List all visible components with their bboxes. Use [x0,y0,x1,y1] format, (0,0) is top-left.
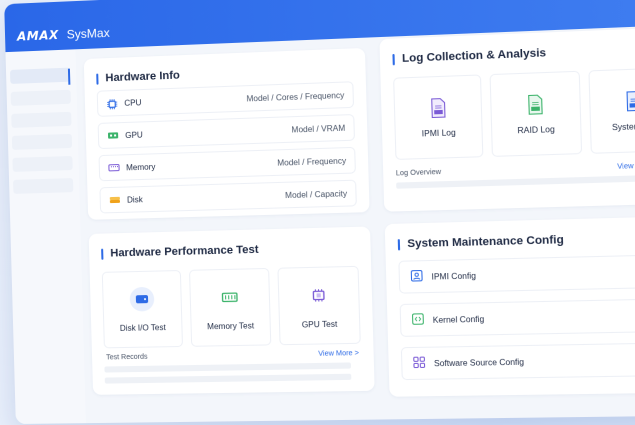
sidebar-item-3[interactable] [11,112,71,128]
sidebar-item-6[interactable] [13,178,73,194]
grid-icon [413,356,426,371]
log-collection-title: Log Collection & Analysis [392,42,635,65]
gpu-test-tile[interactable]: GPU Test [277,266,360,345]
kernel-config-label: Kernel Config [433,314,485,324]
kernel-config-row[interactable]: Kernel Config › [400,298,635,337]
view-more-link[interactable]: View More > [318,350,359,358]
hw-row-cpu[interactable]: CPU Model / Cores / Frequency [97,81,354,117]
disk-io-test-tile[interactable]: Disk I/O Test [102,270,183,348]
sidebar [6,49,86,424]
record-placeholder [105,374,352,384]
performance-test-card: Hardware Performance Test Disk I/O Test … [89,226,375,394]
maintenance-title: System Maintenance Config [398,231,635,251]
brand-logo: AMAX [17,28,59,44]
log-placeholder [396,175,635,189]
title-accent-bar [392,53,394,64]
test-records-label: Test Records [106,354,148,362]
sidebar-item-1[interactable] [10,68,70,84]
sidebar-item-4[interactable] [12,134,72,150]
ipmi-doc-icon [429,97,447,120]
hw-detail-gpu: Model / VRAM [291,123,345,134]
disk-icon [129,286,154,311]
app-title: SysMax [67,26,110,42]
hw-label-memory: Memory [126,162,156,172]
sidebar-active-indicator [68,69,70,85]
hw-label-cpu: CPU [124,98,141,108]
hw-detail-memory: Model / Frequency [277,156,346,167]
disk-io-test-label: Disk I/O Test [120,322,166,332]
title-accent-bar [96,73,98,84]
log-collection-card: Log Collection & Analysis IPMI Log RAID … [379,27,635,212]
memory-test-label: Memory Test [207,321,254,331]
sidebar-item-5[interactable] [12,156,72,172]
ipmi-config-icon [410,269,423,284]
disk-icon [109,195,121,205]
performance-test-title: Hardware Performance Test [101,241,358,260]
memory-icon [217,284,242,309]
hw-detail-cpu: Model / Cores / Frequency [246,90,344,103]
performance-test-title-text: Hardware Performance Test [110,244,259,260]
gpu-test-label: GPU Test [302,319,338,329]
hw-row-gpu[interactable]: GPU Model / VRAM [98,114,355,149]
log-overview-header: Log Overview View More > [396,162,635,178]
software-source-config-row[interactable]: Software Source Config › [401,342,635,380]
ipmi-config-row[interactable]: IPMI Config › [398,254,635,294]
gpu-icon [107,130,119,140]
raid-doc-icon [526,93,544,116]
ipmi-config-label: IPMI Config [431,271,476,281]
hw-row-disk[interactable]: Disk Model / Capacity [99,180,356,214]
gpu-icon [306,282,332,307]
log-overview-label: Log Overview [396,169,441,178]
raid-log-tile[interactable]: RAID Log [490,71,582,157]
memory-test-tile[interactable]: Memory Test [189,268,271,347]
system-log-label: System Log [612,121,635,132]
hardware-info-title: Hardware Info [96,63,353,85]
hardware-info-title-text: Hardware Info [105,69,180,84]
hardware-info-card: Hardware Info CPU Model / Cores / Freque… [84,48,370,220]
system-log-tile[interactable]: System Log [588,67,635,154]
test-records-header: Test Records View More > [104,350,361,362]
hw-detail-disk: Model / Capacity [285,189,347,200]
app-window: AMAX SysMax Hardware Info CPU Model / Co… [4,0,635,424]
memory-icon [108,162,120,172]
hw-row-memory[interactable]: Memory Model / Frequency [99,147,356,181]
maintenance-card: System Maintenance Config IPMI Config › … [385,216,635,397]
hw-label-disk: Disk [127,195,143,205]
title-accent-bar [101,248,103,259]
sidebar-item-2[interactable] [11,90,71,106]
ipmi-log-tile[interactable]: IPMI Log [393,74,484,160]
cpu-icon [106,98,118,109]
maintenance-title-text: System Maintenance Config [407,234,564,250]
title-accent-bar [398,239,400,250]
log-view-more-link[interactable]: View More > [617,162,635,171]
software-source-config-label: Software Source Config [434,357,524,368]
raid-log-label: RAID Log [517,124,555,135]
system-doc-icon [625,90,635,114]
log-collection-title-text: Log Collection & Analysis [402,47,546,65]
hw-label-gpu: GPU [125,130,143,140]
kernel-icon [411,313,424,328]
record-placeholder [104,362,351,372]
ipmi-log-label: IPMI Log [422,128,456,138]
